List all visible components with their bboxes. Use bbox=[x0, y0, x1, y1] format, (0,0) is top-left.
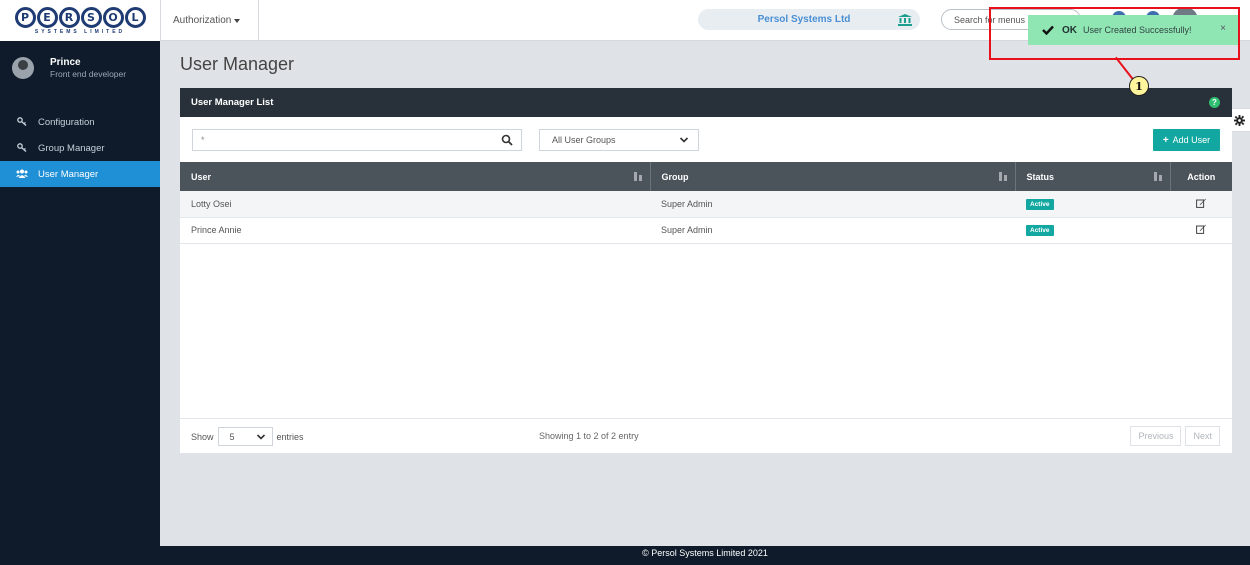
profile-role: Front end developer bbox=[50, 69, 127, 79]
user-manager-panel: User Manager List ? All User Groups + Ad… bbox=[180, 88, 1232, 453]
filter-bar: All User Groups + Add User bbox=[180, 117, 1232, 162]
avatar bbox=[12, 57, 34, 79]
copyright-footer: © Persol Systems Limited 2021 bbox=[160, 546, 1250, 565]
plus-icon: + bbox=[1162, 134, 1169, 146]
key-icon bbox=[16, 142, 28, 154]
company-name: Persol Systems Ltd bbox=[757, 14, 851, 25]
logo-letter: O bbox=[102, 6, 124, 28]
sort-icon bbox=[998, 172, 1007, 181]
table-row: Prince Annie Super Admin Active bbox=[180, 217, 1232, 244]
table-info: Showing 1 to 2 of 2 entry bbox=[539, 431, 639, 441]
persol-logo[interactable]: P E R S O L SYSTEMS LIMITED bbox=[0, 0, 160, 41]
table-row: Lotty Osei Super Admin Active bbox=[180, 191, 1232, 218]
sidebar-profile: Prince Front end developer bbox=[0, 41, 160, 95]
column-header-action: Action bbox=[1170, 162, 1232, 191]
page-title: User Manager bbox=[180, 54, 295, 74]
logo-letter: P bbox=[14, 6, 36, 28]
authorization-dropdown[interactable]: Authorization bbox=[160, 0, 259, 41]
column-header-status[interactable]: Status bbox=[1015, 162, 1171, 191]
sort-icon bbox=[1153, 172, 1162, 181]
entries-label: entries bbox=[276, 431, 304, 442]
users-table: User Group Status Action Lotty Osei Supe… bbox=[180, 162, 1232, 244]
key-icon bbox=[16, 116, 28, 128]
users-icon bbox=[16, 169, 28, 180]
status-badge: Active bbox=[1026, 225, 1054, 236]
column-header-label: User bbox=[191, 171, 212, 182]
chevron-down-icon bbox=[256, 434, 265, 440]
cell-action bbox=[1170, 191, 1232, 218]
sidebar-menu: Configuration Group Manager User Manager bbox=[0, 109, 160, 187]
search-icon[interactable] bbox=[501, 134, 513, 146]
logo-letter: L bbox=[124, 6, 146, 28]
column-header-group[interactable]: Group bbox=[650, 162, 1016, 191]
profile-name: Prince bbox=[50, 57, 81, 68]
cell-status: Active bbox=[1015, 217, 1170, 244]
cell-action bbox=[1170, 217, 1232, 244]
annotation-number-badge: 1 bbox=[1129, 76, 1149, 96]
page-size-value: 5 bbox=[229, 431, 235, 442]
column-header-label: Status bbox=[1026, 171, 1055, 182]
status-badge: Active bbox=[1026, 198, 1054, 210]
sidebar: Prince Front end developer Configuration… bbox=[0, 41, 160, 565]
help-icon[interactable]: ? bbox=[1209, 97, 1220, 108]
edit-icon[interactable] bbox=[1196, 198, 1206, 208]
next-button[interactable]: Next bbox=[1185, 426, 1220, 446]
sidebar-item-label: Configuration bbox=[38, 116, 95, 128]
page-size-control: Show 5 entries bbox=[191, 427, 304, 446]
sidebar-item-user-manager[interactable]: User Manager bbox=[0, 161, 160, 187]
edit-icon[interactable] bbox=[1196, 224, 1206, 234]
table-header-row: User Group Status Action bbox=[180, 162, 1232, 191]
user-search-input[interactable] bbox=[193, 130, 493, 150]
pagination: Previous Next bbox=[1130, 426, 1220, 446]
cell-group: Super Admin bbox=[650, 217, 1015, 244]
logo-word: P E R S O L bbox=[14, 6, 146, 28]
authorization-dropdown-label: Authorization bbox=[173, 15, 232, 26]
logo-subtitle: SYSTEMS LIMITED bbox=[34, 28, 126, 35]
chevron-down-icon bbox=[679, 137, 689, 143]
user-group-select[interactable]: All User Groups bbox=[539, 129, 699, 151]
cell-group: Super Admin bbox=[650, 191, 1015, 218]
sidebar-item-label: Group Manager bbox=[38, 142, 105, 154]
table-footer: Show 5 entries Showing 1 to 2 of 2 entry… bbox=[180, 418, 1232, 453]
company-selector[interactable]: Persol Systems Ltd bbox=[698, 9, 920, 30]
column-header-label: Group bbox=[661, 171, 689, 182]
sort-icon bbox=[633, 172, 642, 181]
sidebar-item-label: User Manager bbox=[38, 168, 99, 180]
gear-icon bbox=[1234, 114, 1245, 126]
user-search-box bbox=[192, 129, 522, 151]
add-user-button[interactable]: + Add User bbox=[1153, 129, 1220, 151]
logo-letter: E bbox=[36, 6, 58, 28]
cell-status: Active bbox=[1015, 191, 1170, 218]
annotation-highlight-box bbox=[989, 7, 1240, 60]
logo-letter: S bbox=[80, 6, 102, 28]
previous-button[interactable]: Previous bbox=[1130, 426, 1182, 446]
page-size-select[interactable]: 5 bbox=[217, 427, 273, 446]
column-header-user[interactable]: User bbox=[180, 162, 651, 191]
caret-down-icon bbox=[234, 18, 241, 23]
add-user-button-label: Add User bbox=[1172, 135, 1211, 145]
show-label: Show bbox=[191, 431, 214, 442]
cell-user: Lotty Osei bbox=[180, 191, 650, 218]
user-group-select-value: All User Groups bbox=[552, 135, 616, 145]
logo-letter: R bbox=[58, 6, 80, 28]
column-header-label: Action bbox=[1187, 171, 1216, 182]
bank-icon bbox=[898, 13, 912, 26]
panel-header: User Manager List ? bbox=[180, 88, 1232, 117]
cell-user: Prince Annie bbox=[180, 217, 650, 244]
sidebar-item-configuration[interactable]: Configuration bbox=[0, 109, 160, 135]
sidebar-item-group-manager[interactable]: Group Manager bbox=[0, 135, 160, 161]
panel-title: User Manager List bbox=[191, 97, 274, 108]
